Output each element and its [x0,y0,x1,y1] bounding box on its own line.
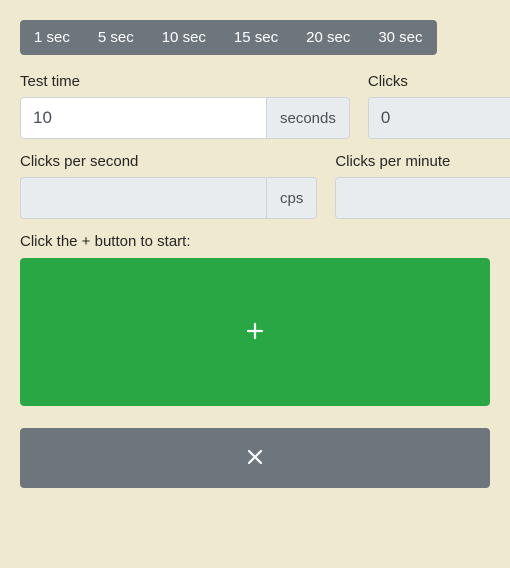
clicks-label: Clicks [368,73,510,90]
test-time-unit: seconds [266,98,349,138]
test-time-input[interactable] [21,98,266,138]
preset-30sec[interactable]: 30 sec [364,20,436,55]
reset-button[interactable] [20,428,490,488]
preset-10sec[interactable]: 10 sec [148,20,220,55]
time-preset-bar: 1 sec 5 sec 10 sec 15 sec 20 sec 30 sec [20,20,437,55]
test-time-label: Test time [20,73,350,90]
close-icon [246,448,264,469]
clicks-input [369,98,510,138]
preset-1sec[interactable]: 1 sec [20,20,84,55]
preset-15sec[interactable]: 15 sec [220,20,292,55]
cps-unit: cps [266,178,316,218]
cpm-label: Clicks per minute [335,153,510,170]
cpm-input [336,178,510,218]
plus-icon [245,321,265,344]
test-time-field: Test time seconds [20,73,350,139]
cps-input [21,178,266,218]
clicks-field: Clicks [368,73,510,139]
cps-field: Clicks per second cps [20,153,317,219]
preset-5sec[interactable]: 5 sec [84,20,148,55]
cpm-field: Clicks per minute cpm [335,153,510,219]
preset-20sec[interactable]: 20 sec [292,20,364,55]
start-click-button[interactable] [20,258,490,406]
cps-label: Clicks per second [20,153,317,170]
instruction-text: Click the + button to start: [20,233,490,250]
